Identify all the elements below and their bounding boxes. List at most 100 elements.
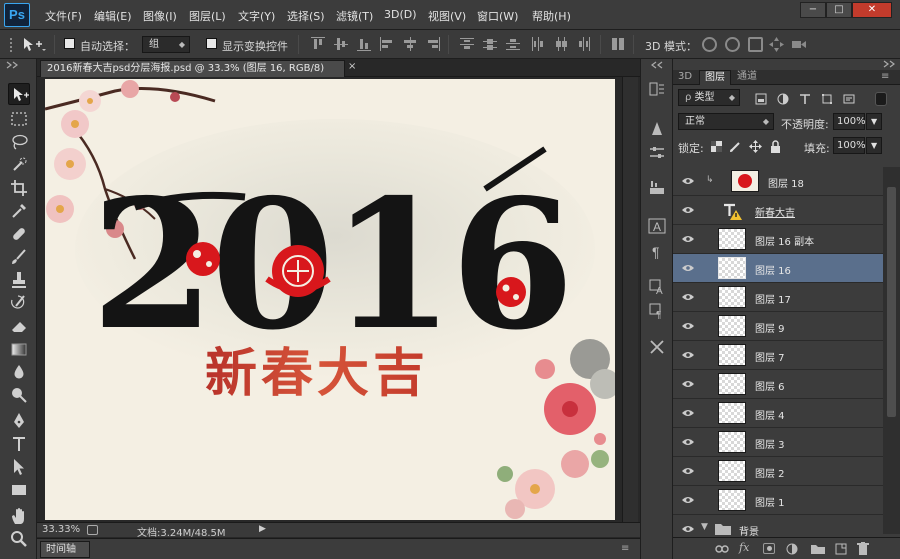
distribute-vcenter-icon[interactable] xyxy=(483,37,497,51)
zoom-tool[interactable] xyxy=(8,528,30,550)
align-vcenter-icon[interactable] xyxy=(334,37,348,51)
show-transform-checkbox[interactable] xyxy=(206,38,217,49)
pen-tool[interactable] xyxy=(8,410,30,432)
menu-window[interactable]: 窗口(W) xyxy=(477,8,518,24)
filter-toggle-switch[interactable] xyxy=(875,92,887,106)
history-panel-button[interactable] xyxy=(648,80,666,98)
actions-panel-button[interactable] xyxy=(648,119,666,137)
link-layers-icon[interactable] xyxy=(715,544,729,554)
visibility-eye-icon[interactable] xyxy=(682,235,694,243)
quick-select-tool[interactable] xyxy=(8,154,30,176)
lock-all-icon[interactable] xyxy=(770,140,781,153)
menu-filter[interactable]: 滤镜(T) xyxy=(336,8,373,24)
panel-menu-icon[interactable]: ≡ xyxy=(881,71,889,82)
auto-align-icon[interactable] xyxy=(611,37,625,51)
path-selection-tool[interactable] xyxy=(8,456,30,478)
distribute-bottom-icon[interactable] xyxy=(506,37,520,51)
type-tool[interactable] xyxy=(8,433,30,455)
auto-select-checkbox[interactable] xyxy=(64,38,75,49)
layer-row[interactable]: ↳ 图层 18 xyxy=(673,167,883,196)
layer-row[interactable]: 图层 1 xyxy=(673,486,883,515)
share-icon[interactable] xyxy=(87,525,98,535)
distribute-top-icon[interactable] xyxy=(460,37,474,51)
auto-select-dropdown[interactable]: 组 ◆ xyxy=(142,36,190,53)
document-tab[interactable]: 2016新春大吉psd分层海报.psd @ 33.3% (图层 16, RGB/… xyxy=(40,60,345,77)
menu-layer[interactable]: 图层(L) xyxy=(189,8,226,24)
canvas-vertical-scrollbar[interactable] xyxy=(622,77,638,522)
layer-style-fx-icon[interactable]: fx xyxy=(739,541,749,554)
timeline-tab[interactable]: 时间轴 xyxy=(40,541,90,558)
visibility-eye-icon[interactable] xyxy=(682,264,694,272)
document-canvas[interactable]: 2016 新春大吉 xyxy=(45,79,615,520)
status-menu-arrow-icon[interactable]: ▶ xyxy=(259,524,266,534)
visibility-eye-icon[interactable] xyxy=(682,438,694,446)
layer-row[interactable]: 图层 4 xyxy=(673,399,883,428)
distribute-hcenter-icon[interactable] xyxy=(554,37,568,51)
menu-file[interactable]: 文件(F) xyxy=(45,8,82,24)
new-layer-icon[interactable] xyxy=(835,543,847,555)
brush-tool[interactable] xyxy=(8,246,30,268)
layer-row[interactable]: 图层 6 xyxy=(673,370,883,399)
visibility-eye-icon[interactable] xyxy=(682,525,694,533)
character-panel-button[interactable]: A xyxy=(648,217,666,235)
hand-tool[interactable] xyxy=(8,505,30,527)
layer-row[interactable]: 图层 17 xyxy=(673,283,883,312)
distribute-right-icon[interactable] xyxy=(577,37,591,51)
paragraph-styles-panel-button[interactable]: ¶ xyxy=(648,301,666,321)
layer-row[interactable]: 图层 16 xyxy=(673,254,883,283)
minimize-button[interactable]: − xyxy=(800,2,826,18)
close-document-icon[interactable]: × xyxy=(348,61,356,72)
blur-tool[interactable] xyxy=(8,361,30,383)
dodge-tool[interactable] xyxy=(8,384,30,406)
opacity-input[interactable]: 100% xyxy=(833,113,866,130)
crop-tool[interactable] xyxy=(8,177,30,199)
tab-layers[interactable]: 图层 xyxy=(699,70,731,85)
layer-row[interactable]: 图层 2 xyxy=(673,457,883,486)
visibility-eye-icon[interactable] xyxy=(682,293,694,301)
layer-row[interactable]: 新春大吉 xyxy=(673,196,883,225)
distribute-left-icon[interactable] xyxy=(531,37,545,51)
layer-filter-dropdown[interactable]: ρ 类型 ◆ xyxy=(678,89,740,106)
visibility-eye-icon[interactable] xyxy=(682,496,694,504)
layer-row[interactable]: 图层 7 xyxy=(673,341,883,370)
eyedropper-tool[interactable] xyxy=(8,200,30,222)
tab-3d[interactable]: 3D xyxy=(673,70,697,85)
align-top-icon[interactable] xyxy=(311,37,325,51)
paragraph-panel-button[interactable]: ¶ xyxy=(648,242,666,260)
character-styles-panel-button[interactable]: A xyxy=(648,277,666,297)
lock-image-icon[interactable] xyxy=(729,140,742,153)
menu-help[interactable]: 帮助(H) xyxy=(532,8,571,24)
align-right-icon[interactable] xyxy=(426,37,440,51)
align-hcenter-icon[interactable] xyxy=(403,37,417,51)
zoom-level[interactable]: 33.33% xyxy=(42,524,80,535)
shape-tool[interactable] xyxy=(8,479,30,501)
eraser-tool[interactable] xyxy=(8,315,30,337)
visibility-eye-icon[interactable] xyxy=(682,322,694,330)
visibility-eye-icon[interactable] xyxy=(682,467,694,475)
collapse-panel-icon[interactable] xyxy=(882,60,898,68)
3d-roll-icon[interactable] xyxy=(725,37,740,52)
menu-select[interactable]: 选择(S) xyxy=(287,8,325,24)
filter-pixel-icon[interactable] xyxy=(755,93,767,105)
filter-shape-icon[interactable] xyxy=(821,93,833,105)
lock-transparent-icon[interactable] xyxy=(711,141,722,152)
menu-image[interactable]: 图像(I) xyxy=(143,8,177,24)
layer-list-scrollbar[interactable] xyxy=(883,167,900,534)
clone-stamp-tool[interactable] xyxy=(8,269,30,291)
align-left-icon[interactable] xyxy=(380,37,394,51)
visibility-eye-icon[interactable] xyxy=(682,409,694,417)
panel-collapse-icon[interactable] xyxy=(5,61,33,69)
gradient-tool[interactable] xyxy=(8,338,30,360)
adjustments-panel-button[interactable] xyxy=(648,144,666,162)
filter-smart-object-icon[interactable] xyxy=(843,93,855,105)
move-tool-preset-icon[interactable] xyxy=(22,36,46,53)
lock-position-icon[interactable] xyxy=(749,140,762,153)
visibility-eye-icon[interactable] xyxy=(682,380,694,388)
layer-row[interactable]: 图层 9 xyxy=(673,312,883,341)
3d-scale-icon[interactable] xyxy=(791,37,806,52)
layer-row[interactable]: 图层 3 xyxy=(673,428,883,457)
add-mask-icon[interactable] xyxy=(763,543,775,554)
close-button[interactable]: ✕ xyxy=(852,2,892,18)
lasso-tool[interactable] xyxy=(8,131,30,153)
expand-panels-icon[interactable] xyxy=(650,61,666,69)
